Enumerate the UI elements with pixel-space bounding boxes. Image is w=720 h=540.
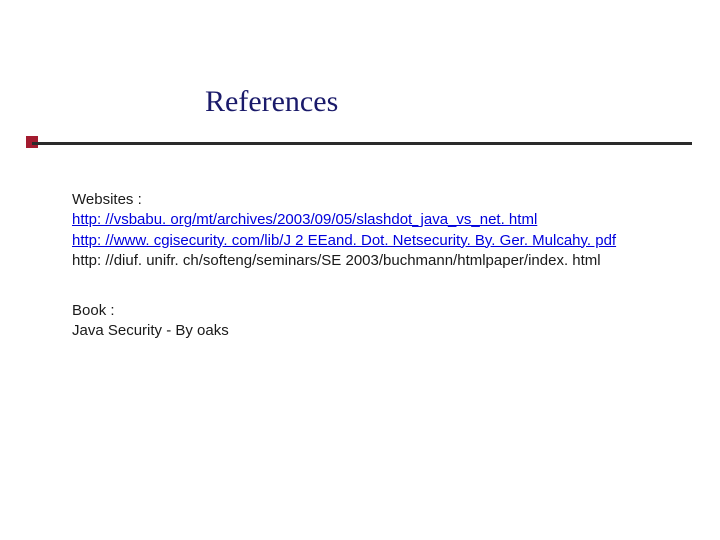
- reference-link-3: http: //diuf. unifr. ch/softeng/seminars…: [72, 251, 616, 271]
- reference-link-1[interactable]: http: //vsbabu. org/mt/archives/2003/09/…: [72, 210, 616, 230]
- page-title: References: [205, 85, 338, 119]
- title-divider: [32, 142, 692, 145]
- book-entry: Java Security - By oaks: [72, 321, 616, 341]
- book-heading: Book :: [72, 301, 616, 321]
- references-content: Websites : http: //vsbabu. org/mt/archiv…: [72, 190, 616, 342]
- reference-link-2[interactable]: http: //www. cgisecurity. com/lib/J 2 EE…: [72, 231, 616, 251]
- websites-heading: Websites :: [72, 190, 616, 210]
